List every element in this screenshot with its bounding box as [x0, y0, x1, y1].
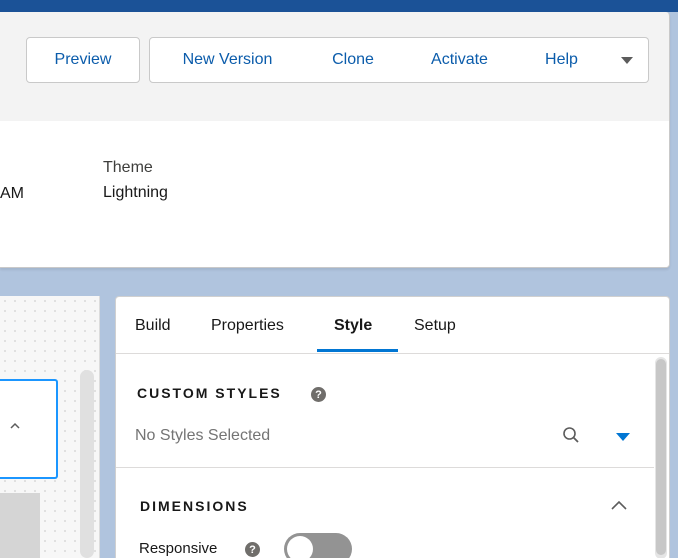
help-button[interactable]: Help — [518, 37, 606, 83]
properties-panel: Build Properties Style Setup CUSTOM STYL… — [115, 296, 670, 558]
modified-time-suffix: AM — [0, 185, 24, 202]
record-details-strip: AM Theme Lightning — [0, 121, 669, 267]
toolbar-button-group: Preview New Version Clone Activate Help — [0, 37, 669, 83]
active-tab-indicator — [317, 349, 398, 352]
search-icon[interactable] — [562, 426, 580, 444]
panel-tabs: Build Properties Style Setup — [116, 297, 669, 354]
triangle-down-icon[interactable] — [616, 433, 630, 441]
dimensions-title: DIMENSIONS — [140, 498, 249, 514]
responsive-toggle[interactable] — [284, 533, 352, 558]
help-icon[interactable]: ? — [245, 542, 260, 557]
canvas-scrollbar[interactable] — [80, 370, 94, 558]
new-version-button[interactable]: New Version — [149, 37, 306, 83]
chevron-up-icon — [10, 422, 20, 429]
custom-styles-title: CUSTOM STYLES — [137, 385, 282, 401]
canvas-selected-component[interactable] — [0, 379, 58, 479]
activate-button[interactable]: Activate — [401, 37, 519, 83]
tab-build[interactable]: Build — [135, 317, 171, 335]
top-band — [0, 0, 678, 12]
toggle-knob — [287, 536, 313, 558]
panel-scrollbar-thumb[interactable] — [656, 359, 666, 555]
tab-style[interactable]: Style — [334, 317, 372, 335]
more-actions-button[interactable] — [605, 37, 649, 83]
canvas-placeholder-block — [0, 493, 40, 558]
panel-scrollbar[interactable] — [655, 357, 667, 558]
section-divider — [116, 467, 654, 468]
responsive-label: Responsive — [139, 540, 218, 557]
header-card: Preview New Version Clone Activate Help … — [0, 12, 670, 268]
tab-properties[interactable]: Properties — [211, 317, 284, 335]
tab-setup[interactable]: Setup — [414, 317, 456, 335]
theme-value: Lightning — [103, 184, 168, 201]
preview-button[interactable]: Preview — [26, 37, 140, 83]
clone-button[interactable]: Clone — [305, 37, 402, 83]
chevron-down-icon — [620, 56, 633, 64]
custom-styles-placeholder[interactable]: No Styles Selected — [135, 427, 270, 445]
help-icon[interactable]: ? — [311, 387, 326, 402]
theme-label: Theme — [103, 159, 153, 176]
chevron-up-icon[interactable] — [611, 499, 627, 511]
